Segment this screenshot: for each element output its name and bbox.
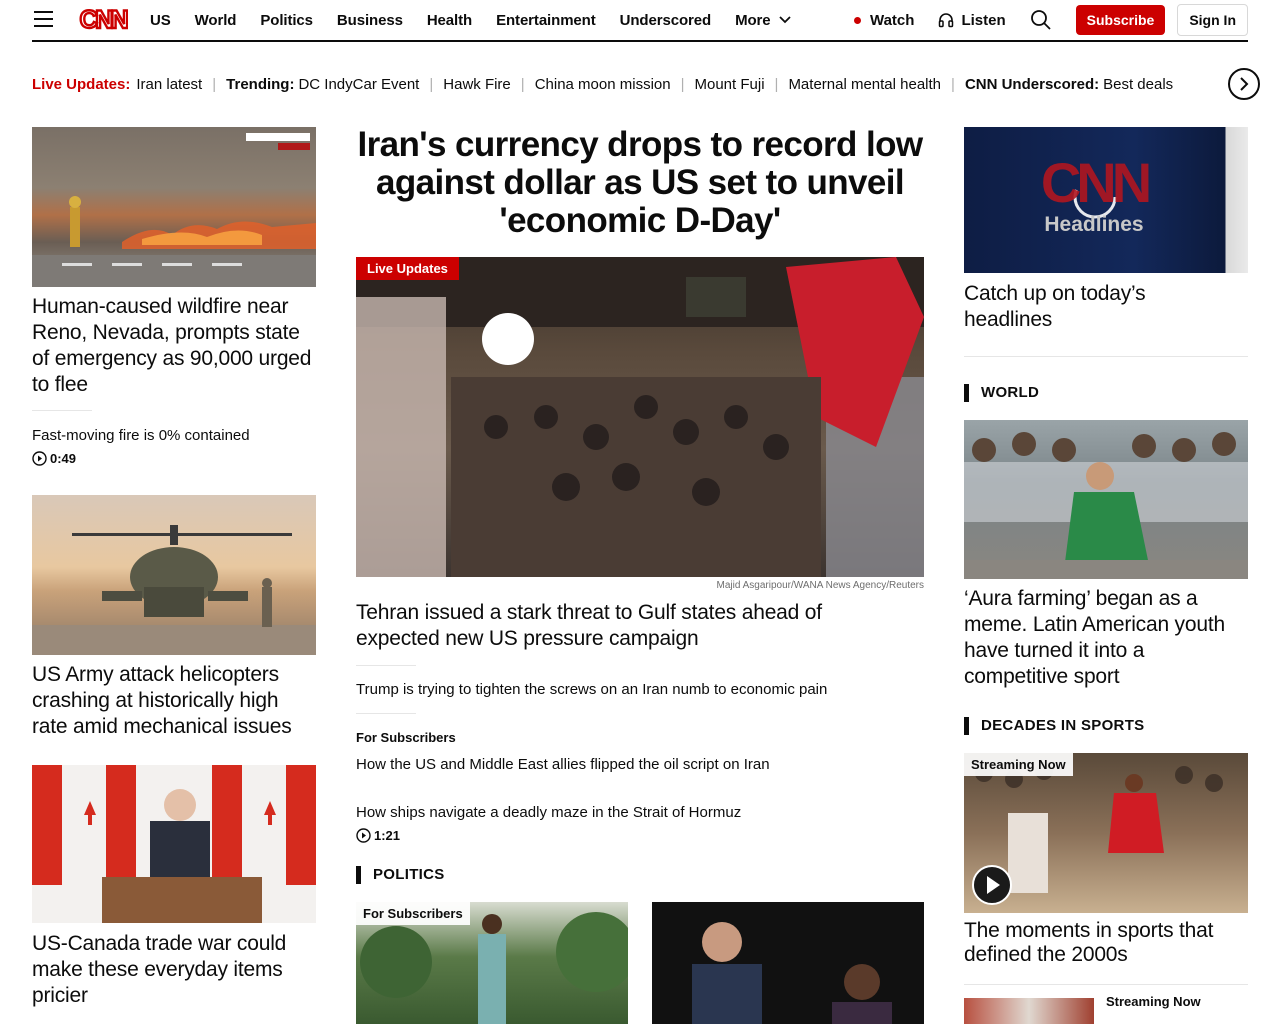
for-subscribers-tag: For Subscribers xyxy=(356,902,470,925)
photo-credit: Majid Asgaripour/WANA News Agency/Reuter… xyxy=(716,580,925,591)
divider xyxy=(356,713,416,714)
nav-health[interactable]: Health xyxy=(427,12,472,29)
trending-fade xyxy=(1170,66,1226,102)
headlines-word: Headlines xyxy=(1044,213,1144,236)
listen-label: Listen xyxy=(961,11,1006,29)
trending-link-indycar[interactable]: DC IndyCar Event xyxy=(298,76,419,93)
trending-bar: Live Updates: Iran latest | Trending: DC… xyxy=(32,68,1220,100)
trending-next-button[interactable] xyxy=(1228,68,1260,100)
trade-war-headline[interactable]: US-Canada trade war could make these eve… xyxy=(32,931,316,1009)
hormuz-duration: 1:21 xyxy=(356,828,400,843)
world-section-title[interactable]: WORLD xyxy=(964,384,1039,402)
headphones-icon xyxy=(939,13,954,28)
divider xyxy=(32,410,92,411)
speaker-illustration xyxy=(692,922,892,1024)
hormuz-link[interactable]: How ships navigate a deadly maze in the … xyxy=(356,804,741,821)
nav-business[interactable]: Business xyxy=(337,12,403,29)
carney-image[interactable] xyxy=(32,765,316,923)
politics-section-title[interactable]: POLITICS xyxy=(356,866,445,884)
decades-section-title[interactable]: DECADES IN SPORTS xyxy=(964,717,1144,735)
header-actions: Watch Listen Subscribe Sign In xyxy=(853,0,1248,40)
nav-more-label: More xyxy=(735,11,771,29)
helicopter-illustration xyxy=(32,525,316,655)
watch-link[interactable]: Watch xyxy=(853,11,915,29)
divider xyxy=(964,356,1248,357)
flags-illustration xyxy=(32,765,316,923)
separator: | xyxy=(520,75,525,93)
duration-text: 1:21 xyxy=(374,828,401,843)
wildfire-illustration xyxy=(32,133,316,287)
trending-link-underscored[interactable]: Best deals xyxy=(1103,76,1173,93)
nav-us[interactable]: US xyxy=(150,12,171,29)
streaming-now-tag: Streaming Now xyxy=(964,753,1073,776)
separator: | xyxy=(680,75,685,93)
lead-headline[interactable]: Iran's currency drops to record low agai… xyxy=(356,126,924,240)
jordan-image[interactable] xyxy=(964,753,1248,913)
watch-label: Watch xyxy=(869,11,915,29)
wildfire-image[interactable] xyxy=(32,127,316,287)
for-subscribers-label: For Subscribers xyxy=(356,730,456,745)
trump-link[interactable]: Trump is trying to tighten the screws on… xyxy=(356,681,827,698)
menu-icon[interactable] xyxy=(34,11,53,27)
aura-farming-headline[interactable]: ‘Aura farming’ began as a meme. Latin Am… xyxy=(964,586,1248,690)
cnn-logo[interactable]: CNN xyxy=(78,4,128,34)
helicopter-headline[interactable]: US Army attack helicopters crashing at h… xyxy=(32,662,316,740)
trending-link-mount-fuji[interactable]: Mount Fuji xyxy=(695,76,765,93)
trending-label: Trending: xyxy=(226,75,295,93)
nav-world[interactable]: World xyxy=(195,12,237,29)
separator: | xyxy=(212,75,217,93)
nav-entertainment[interactable]: Entertainment xyxy=(496,12,596,29)
chevron-down-icon xyxy=(778,16,791,24)
small-streaming-label: Streaming Now xyxy=(1106,994,1201,1009)
crowd-illustration xyxy=(964,432,1248,579)
headlines-headline[interactable]: Catch up on today’s headlines xyxy=(964,281,1214,333)
listen-link[interactable]: Listen xyxy=(938,11,1006,29)
site-header: CNN US World Politics Business Health En… xyxy=(32,0,1248,42)
oil-script-link[interactable]: How the US and Middle East allies flippe… xyxy=(356,756,770,773)
wildfire-headline[interactable]: Human-caused wildfire near Reno, Nevada,… xyxy=(32,294,316,398)
bazaar-illustration xyxy=(356,257,924,577)
underscored-label: CNN Underscored: xyxy=(964,75,1100,93)
live-updates-tag: Live Updates xyxy=(356,257,459,280)
aura-farming-image[interactable] xyxy=(964,420,1248,579)
politics-image-2[interactable] xyxy=(652,902,924,1024)
separator: | xyxy=(429,75,434,93)
trending-link-maternal[interactable]: Maternal mental health xyxy=(788,76,941,93)
trending-link-iran[interactable]: Iran latest xyxy=(136,76,202,93)
chevron-right-icon xyxy=(1240,77,1249,91)
trending-link-china-moon[interactable]: China moon mission xyxy=(535,76,671,93)
live-dot-icon xyxy=(853,16,861,24)
play-circle-icon xyxy=(32,451,47,466)
svg-text:CNN: CNN xyxy=(80,6,128,34)
separator: | xyxy=(774,75,779,93)
divider xyxy=(356,665,416,666)
duration-text: 0:49 xyxy=(50,451,77,466)
helicopter-image[interactable] xyxy=(32,495,316,655)
bazaar-image[interactable] xyxy=(356,257,924,577)
divider xyxy=(964,984,1248,985)
wildfire-duration: 0:49 xyxy=(32,451,76,466)
nav-more[interactable]: More xyxy=(735,11,791,29)
subscribe-button[interactable]: Subscribe xyxy=(1075,5,1166,35)
search-icon[interactable] xyxy=(1030,9,1052,31)
basketball-illustration xyxy=(972,762,1223,905)
main-nav: US World Politics Business Health Entert… xyxy=(150,0,815,40)
nav-underscored[interactable]: Underscored xyxy=(620,12,712,29)
small-sports-image[interactable] xyxy=(964,998,1094,1024)
nav-politics[interactable]: Politics xyxy=(260,12,313,29)
headlines-logo-text: CNN xyxy=(1040,151,1152,214)
sign-in-button[interactable]: Sign In xyxy=(1177,4,1248,36)
live-updates-label: Live Updates: xyxy=(32,75,131,93)
wildfire-subtext[interactable]: Fast-moving fire is 0% contained xyxy=(32,427,250,444)
trending-link-hawk-fire[interactable]: Hawk Fire xyxy=(443,76,511,93)
decades-headline[interactable]: The moments in sports that defined the 2… xyxy=(964,919,1248,967)
tehran-subhead[interactable]: Tehran issued a stark threat to Gulf sta… xyxy=(356,600,876,652)
play-circle-icon xyxy=(356,828,371,843)
separator: | xyxy=(951,75,955,93)
